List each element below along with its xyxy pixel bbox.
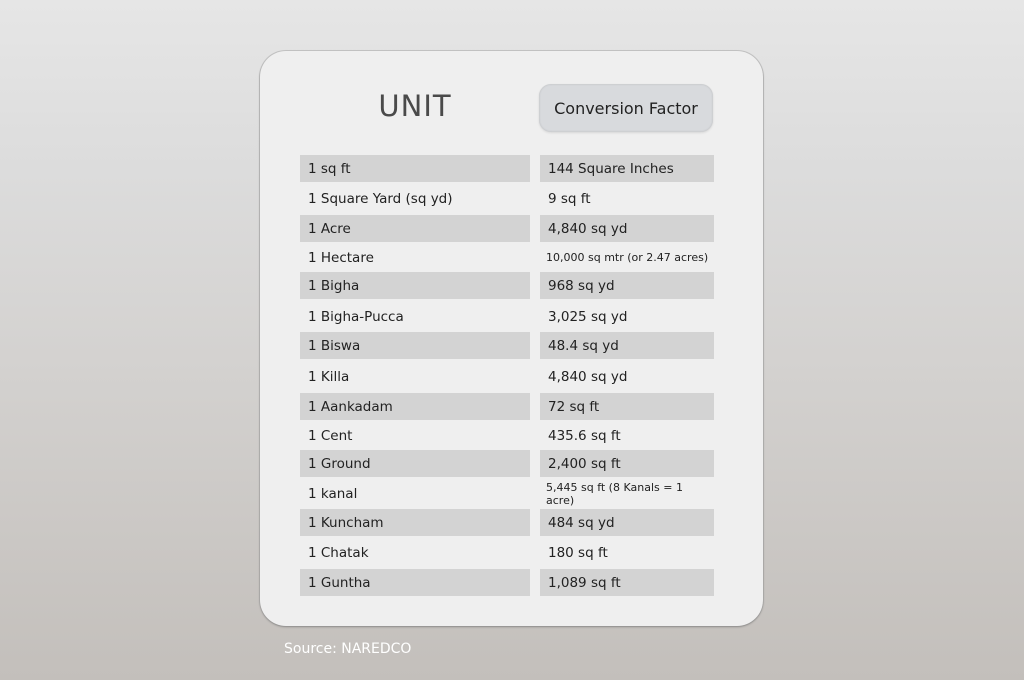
unit-cell: 1 Acre [300, 215, 530, 242]
unit-cell: 1 Chatak [308, 544, 369, 561]
unit-cell: 1 Ground [300, 450, 530, 477]
unit-cell: 1 Killa [308, 368, 350, 385]
conversion-cell: 3,025 sq yd [548, 308, 628, 325]
unit-cell: 1 Cent [308, 427, 353, 444]
unit-cell: 1 Kuncham [300, 509, 530, 536]
conversion-cell: 9 sq ft [548, 190, 591, 207]
unit-cell: 1 kanal [308, 485, 358, 502]
unit-column-header: UNIT [378, 89, 452, 123]
conversion-table-card: UNIT Conversion Factor 1 sq ft 144 Square… [260, 51, 763, 626]
unit-cell: 1 Square Yard (sq yd) [308, 190, 453, 207]
conversion-cell: 144 Square Inches [540, 155, 714, 182]
conversion-cell: 4,840 sq yd [540, 215, 714, 242]
conversion-cell: 48.4 sq yd [540, 332, 714, 359]
unit-cell: 1 Bigha-Pucca [308, 308, 404, 325]
conversion-cell: 1,089 sq ft [540, 569, 714, 596]
conversion-cell: 968 sq yd [540, 272, 714, 299]
conversion-cell: 72 sq ft [540, 393, 714, 420]
unit-cell: 1 sq ft [300, 155, 530, 182]
source-caption: Source: NAREDCO [284, 641, 412, 657]
conversion-factor-column-header: Conversion Factor [539, 84, 713, 132]
conversion-cell: 4,840 sq yd [548, 368, 628, 385]
conversion-cell: 180 sq ft [548, 544, 608, 561]
unit-cell: 1 Hectare [308, 249, 374, 266]
conversion-cell: 10,000 sq mtr (or 2.47 acres) [546, 251, 709, 264]
unit-cell: 1 Guntha [300, 569, 530, 596]
unit-cell: 1 Biswa [300, 332, 530, 359]
unit-cell: 1 Aankadam [300, 393, 530, 420]
conversion-cell: 5,445 sq ft (8 Kanals = 1 acre) [546, 480, 683, 507]
unit-cell: 1 Bigha [300, 272, 530, 299]
conversion-cell: 435.6 sq ft [548, 427, 621, 444]
conversion-cell: 2,400 sq ft [540, 450, 714, 477]
conversion-cell: 484 sq yd [540, 509, 714, 536]
